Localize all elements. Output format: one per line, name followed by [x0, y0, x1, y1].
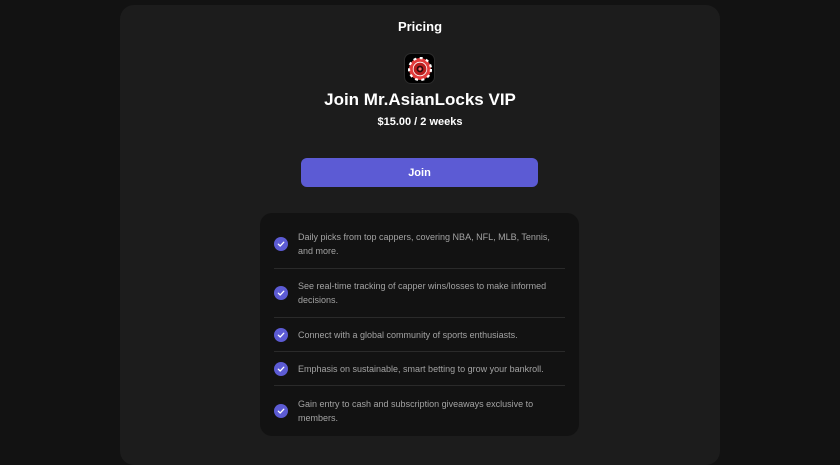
check-icon [274, 327, 288, 342]
price-label: $15.00 / 2 weeks [377, 116, 463, 128]
feature-text: Daily picks from top cappers, covering N… [298, 232, 550, 256]
product-title: Join Mr.AsianLocks VIP [324, 90, 516, 109]
join-button[interactable]: Join [301, 158, 538, 187]
list-item: Daily picks from top cappers, covering N… [274, 220, 565, 269]
feature-text: Gain entry to cash and subscription give… [298, 398, 534, 423]
list-item: Emphasis on sustainable, smart betting t… [274, 352, 565, 386]
list-item: See real-time tracking of capper wins/lo… [274, 269, 565, 318]
feature-text: See real-time tracking of capper wins/lo… [298, 281, 547, 305]
check-icon [274, 361, 288, 376]
section-title: Pricing [397, 19, 443, 34]
list-item: Connect with a global community of sport… [274, 318, 565, 352]
feature-list: Daily picks from top cappers, covering N… [260, 213, 579, 436]
check-icon [274, 286, 288, 300]
check-icon [274, 237, 288, 251]
list-item: Gain entry to cash and subscription give… [274, 386, 565, 435]
feature-text: Connect with a global community of sport… [298, 329, 518, 340]
check-icon [274, 403, 288, 418]
poker-chip-logo-icon [404, 53, 435, 84]
pricing-card: Pricing Join Mr.AsianLocks VIP $15.00 / … [120, 5, 720, 465]
feature-text: Emphasis on sustainable, smart betting t… [298, 363, 544, 374]
